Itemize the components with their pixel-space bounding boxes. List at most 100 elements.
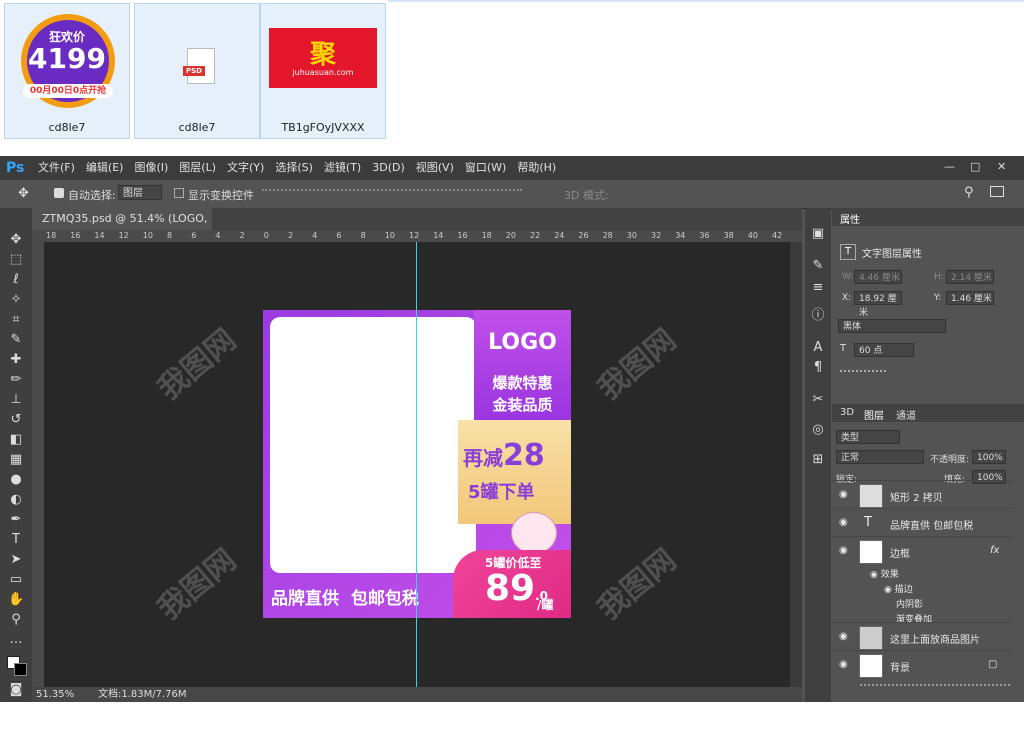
- menu-filter[interactable]: 滤镜(T): [324, 156, 361, 180]
- font-family-dropdown[interactable]: 黑体: [838, 319, 946, 333]
- layer-row[interactable]: ◉ 背景 ▢: [832, 650, 1012, 679]
- blend-mode-dropdown[interactable]: 正常: [836, 450, 924, 464]
- text-align-icon[interactable]: [840, 370, 886, 384]
- properties-tab[interactable]: 属性: [840, 211, 860, 226]
- layer-actions-icon[interactable]: [860, 684, 1010, 698]
- quick-mask-icon[interactable]: ◙: [8, 682, 24, 698]
- height-field[interactable]: 2.14 厘米: [946, 270, 994, 284]
- eraser-icon[interactable]: ◧: [8, 432, 24, 448]
- zoom-level[interactable]: 51.35%: [36, 687, 74, 702]
- thumbnail-item[interactable]: 狂欢价 4199 00月00日0点开抢 cd8le7: [4, 3, 130, 139]
- visibility-eye-icon[interactable]: ◉: [839, 545, 848, 556]
- fx-icon[interactable]: fx: [990, 545, 999, 556]
- layer-row[interactable]: ◉ 边框 fx: [832, 536, 1012, 565]
- character-panel-icon[interactable]: A: [810, 340, 826, 356]
- brush-tool-icon[interactable]: ✏: [8, 372, 24, 388]
- gradient-tool-icon[interactable]: ▦: [8, 452, 24, 468]
- effect-item[interactable]: ◉ 描边: [884, 582, 932, 595]
- magic-wand-icon[interactable]: ✧: [8, 292, 24, 308]
- clone-stamp-icon[interactable]: ⊥: [8, 392, 24, 408]
- canvas-scrollbar[interactable]: [790, 242, 802, 687]
- layer-row[interactable]: ◉ 这里上面放商品图片: [832, 622, 1012, 651]
- menu-window[interactable]: 窗口(W): [465, 156, 506, 180]
- close-button[interactable]: ✕: [997, 160, 1006, 173]
- visibility-eye-icon[interactable]: ◉: [839, 659, 848, 670]
- history-brush-icon[interactable]: ↺: [8, 412, 24, 428]
- layer-row[interactable]: ◉ 矩形 2 拷贝: [832, 480, 1012, 509]
- paragraph-panel-icon[interactable]: ¶: [810, 360, 826, 376]
- menu-image[interactable]: 图像(I): [134, 156, 168, 180]
- more-tools-icon[interactable]: …: [8, 632, 24, 648]
- history-panel-icon[interactable]: ▣: [810, 226, 826, 242]
- search-icon[interactable]: ⚲: [964, 185, 974, 200]
- effect-item[interactable]: ◉ 效果: [870, 567, 932, 580]
- x-field[interactable]: 18.92 厘米: [854, 291, 902, 318]
- thumbnail-item[interactable]: PSD cd8le7: [134, 3, 260, 139]
- auto-select-checkbox[interactable]: [54, 188, 64, 198]
- font-size-dropdown[interactable]: 60 点: [854, 343, 914, 357]
- menu-edit[interactable]: 编辑(E): [86, 156, 124, 180]
- layers-tab[interactable]: 图层: [864, 407, 884, 422]
- move-tool-icon[interactable]: ✥: [18, 186, 29, 201]
- auto-select-dropdown[interactable]: 图层: [118, 185, 162, 200]
- mascot-image: [511, 512, 557, 554]
- product-image-placeholder: [270, 317, 476, 573]
- crop-tool-icon[interactable]: ⌗: [8, 312, 24, 328]
- blur-tool-icon[interactable]: ●: [8, 472, 24, 488]
- align-buttons-icon[interactable]: [262, 189, 522, 201]
- ruler-tick-label: 0: [263, 231, 269, 240]
- menu-view[interactable]: 视图(V): [416, 156, 454, 180]
- path-select-icon[interactable]: ➤: [8, 552, 24, 568]
- menu-select[interactable]: 选择(S): [275, 156, 313, 180]
- menu-layer[interactable]: 图层(L): [179, 156, 216, 180]
- tools-preset-icon[interactable]: ✂: [810, 392, 826, 408]
- layer-row[interactable]: ◉ T 品牌直供 包邮包税: [832, 508, 1012, 537]
- thumbnail-row-edge: [388, 0, 1024, 2]
- type-tool-icon[interactable]: T: [8, 532, 24, 548]
- dodge-tool-icon[interactable]: ◐: [8, 492, 24, 508]
- minimize-button[interactable]: —: [944, 160, 955, 173]
- opacity-field[interactable]: 100%: [972, 450, 1006, 464]
- guide-line[interactable]: [416, 242, 417, 687]
- menu-3d[interactable]: 3D(D): [372, 156, 405, 180]
- menu-help[interactable]: 帮助(H): [517, 156, 556, 180]
- width-field[interactable]: 4.46 厘米: [854, 270, 902, 284]
- brush-panel-icon[interactable]: ✎: [810, 258, 826, 274]
- discount-line-1: 再减28: [463, 438, 545, 473]
- healing-brush-icon[interactable]: ✚: [8, 352, 24, 368]
- layer-name: 矩形 2 拷贝: [890, 493, 943, 504]
- timeline-icon[interactable]: ⊞: [810, 452, 826, 468]
- 3d-tab[interactable]: 3D: [840, 407, 854, 418]
- channels-tab[interactable]: 通道: [896, 407, 916, 422]
- marquee-tool-icon[interactable]: ⬚: [8, 252, 24, 268]
- ruler-tick-label: 42: [772, 231, 783, 240]
- design-artboard[interactable]: LOGO 爆款特惠 金装品质 再减28 5罐下单 5罐价低至 89.0 /罐 品…: [263, 310, 571, 618]
- effect-item[interactable]: 内阴影: [896, 597, 932, 610]
- workspace-icon[interactable]: [990, 186, 1004, 197]
- layer-thumbnail: [859, 654, 883, 678]
- eyedropper-icon[interactable]: ✎: [8, 332, 24, 348]
- info-panel-icon[interactable]: ⓘ: [810, 308, 826, 324]
- visibility-eye-icon[interactable]: ◉: [839, 489, 848, 500]
- background-color-swatch[interactable]: [14, 663, 27, 676]
- visibility-eye-icon[interactable]: ◉: [839, 631, 848, 642]
- thumbnail-item[interactable]: 聚 juhuasuan.com TB1gFOyJVXXX: [260, 3, 386, 139]
- move-tool-icon[interactable]: ✥: [8, 232, 24, 248]
- menu-file[interactable]: 文件(F): [38, 156, 75, 180]
- pen-tool-icon[interactable]: ✒: [8, 512, 24, 528]
- menu-type[interactable]: 文字(Y): [227, 156, 264, 180]
- maximize-button[interactable]: □: [970, 160, 980, 173]
- adjustments-icon[interactable]: ≡: [810, 280, 826, 296]
- document-tab[interactable]: ZTMQ35.psd @ 51.4% (LOGO, RGB/8) ✕: [32, 208, 212, 247]
- visibility-eye-icon[interactable]: ◉: [839, 517, 848, 528]
- libraries-icon[interactable]: ◎: [810, 422, 826, 438]
- show-transform-checkbox[interactable]: [174, 188, 184, 198]
- price-badge-image: 狂欢价 4199 00月00日0点开抢: [13, 10, 121, 118]
- zoom-tool-icon[interactable]: ⚲: [8, 612, 24, 628]
- y-field[interactable]: 1.46 厘米: [946, 291, 994, 305]
- layer-filter-dropdown[interactable]: 类型: [836, 430, 900, 444]
- rectangle-tool-icon[interactable]: ▭: [8, 572, 24, 588]
- hand-tool-icon[interactable]: ✋: [8, 592, 24, 608]
- lasso-tool-icon[interactable]: ℓ: [8, 272, 24, 288]
- layer-thumbnail: [859, 626, 883, 650]
